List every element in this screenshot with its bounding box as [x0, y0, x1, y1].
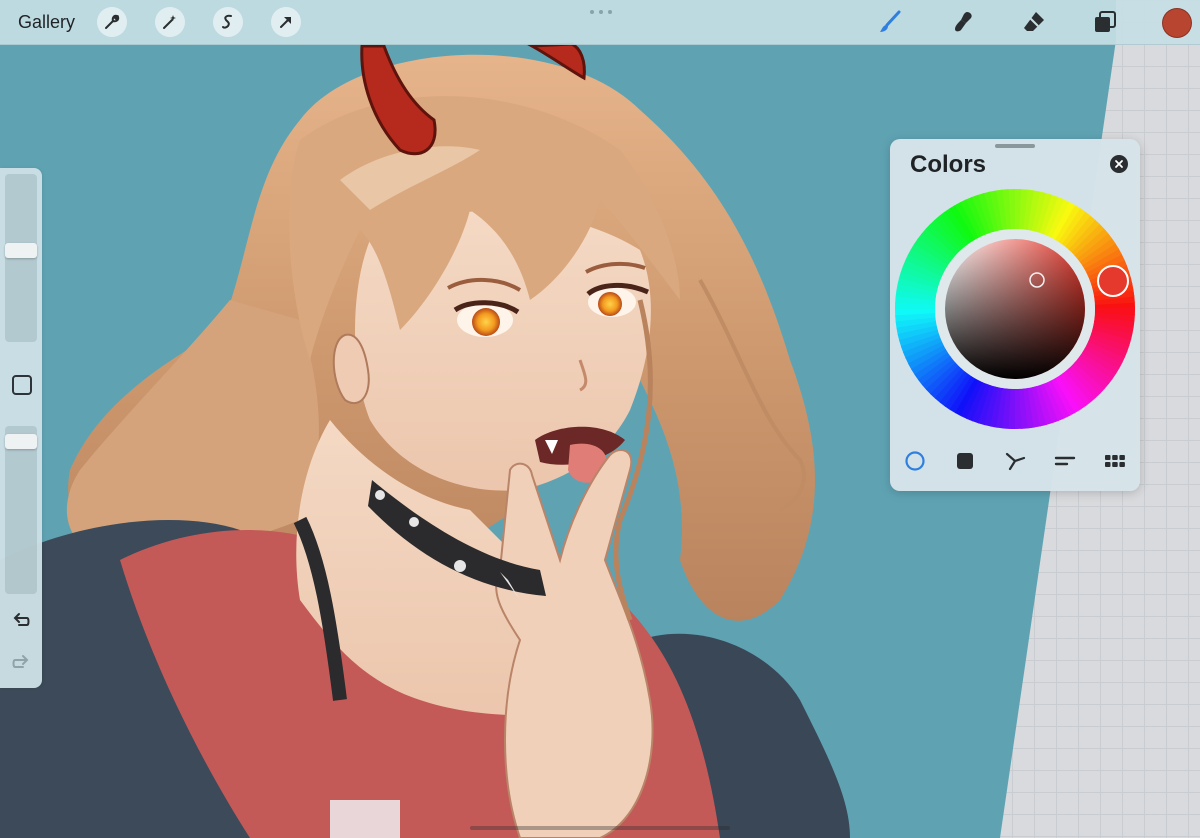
layers-icon: [1095, 11, 1116, 32]
magic-wand-icon: [163, 15, 176, 29]
shirt-print: [330, 800, 400, 838]
adjustments-button[interactable]: [155, 7, 185, 37]
choker-spike-3: [454, 560, 466, 572]
left-sidebar: [0, 168, 42, 688]
eye-right-iris: [598, 292, 622, 316]
opacity-slider[interactable]: [5, 426, 37, 594]
layers-button[interactable]: [1091, 8, 1119, 36]
saturation-brightness-disc[interactable]: [945, 239, 1085, 379]
top-toolbar: Gallery: [0, 0, 1200, 45]
transform-arrow-icon: [280, 17, 291, 28]
value-tab[interactable]: [1054, 450, 1076, 472]
harmony-icon: [1005, 452, 1026, 471]
brush-size-slider[interactable]: [5, 174, 37, 342]
hue-picker-knob[interactable]: [1097, 265, 1129, 297]
color-disc-graphic: [895, 189, 1135, 429]
brush-size-knob[interactable]: [5, 242, 37, 258]
harmony-tab[interactable]: [1004, 450, 1026, 472]
panel-drag-handle[interactable]: [995, 144, 1035, 148]
smudge-icon: [955, 12, 972, 32]
selection-button[interactable]: [213, 7, 243, 37]
undo-icon[interactable]: [10, 610, 32, 632]
choker-spike-1: [375, 490, 385, 500]
selection-icon: [222, 14, 232, 29]
brush-tool[interactable]: [876, 8, 904, 36]
classic-tab[interactable]: [954, 450, 976, 472]
wrench-icon: [105, 14, 120, 29]
smudge-tool[interactable]: [950, 8, 978, 36]
color-picker-button[interactable]: [1162, 8, 1192, 38]
panel-title: Colors: [910, 151, 987, 178]
redo-icon[interactable]: [10, 652, 32, 674]
classic-icon: [957, 453, 973, 469]
toolbar-grab-handle[interactable]: [590, 10, 612, 16]
modify-square-icon[interactable]: [12, 375, 32, 395]
eye-left-iris: [472, 308, 500, 336]
palettes-icon: [1105, 455, 1125, 467]
palettes-tab[interactable]: [1104, 450, 1126, 472]
choker-spike-2: [409, 517, 419, 527]
eraser-icon: [1024, 12, 1044, 31]
disc-tab[interactable]: [904, 450, 926, 472]
home-indicator: [470, 826, 730, 830]
color-disc[interactable]: [895, 189, 1135, 429]
value-icon: [1054, 456, 1076, 466]
colors-panel: Colors: [890, 139, 1140, 491]
close-icon: [1115, 160, 1123, 168]
eraser-tool[interactable]: [1020, 8, 1048, 36]
opacity-knob[interactable]: [5, 433, 37, 449]
close-button[interactable]: [1110, 155, 1128, 173]
gallery-button[interactable]: Gallery: [18, 12, 75, 33]
procreate-workspace: Gallery Colors: [0, 0, 1200, 838]
brush-icon: [880, 10, 901, 32]
disc-icon: [905, 451, 925, 471]
transform-button[interactable]: [271, 7, 301, 37]
actions-button[interactable]: [97, 7, 127, 37]
